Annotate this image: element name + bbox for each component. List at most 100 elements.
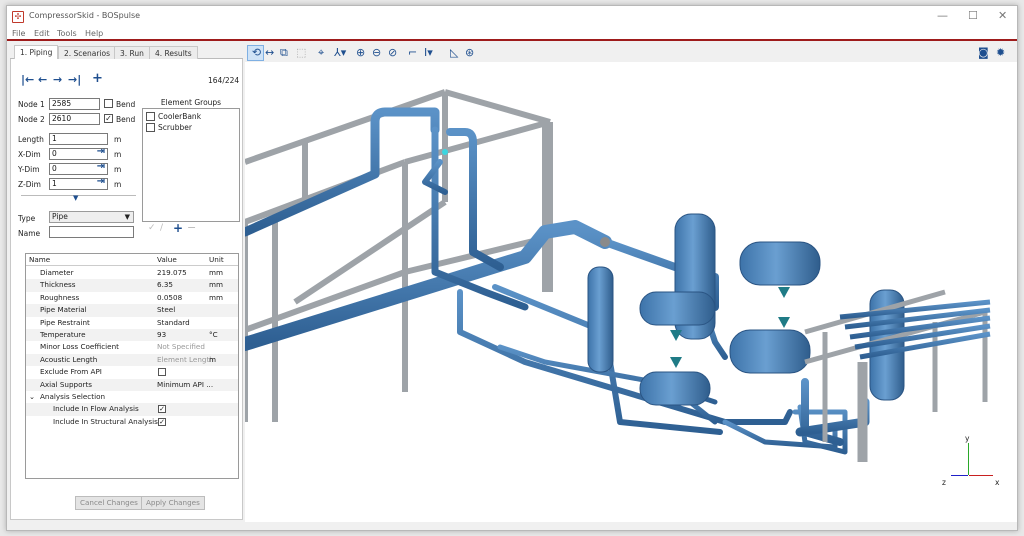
element-groups-list[interactable]: CoolerBank Scrubber	[142, 108, 240, 222]
menu-bar: File Edit Tools Help	[7, 28, 1017, 41]
y-axis-line	[968, 443, 969, 475]
axis-x-label: x	[995, 478, 1000, 487]
type-select[interactable]: Pipe ▼	[49, 211, 134, 223]
property-value[interactable]: 0.0508	[157, 292, 182, 304]
property-value[interactable]: Steel	[157, 304, 175, 316]
ydim-arrow-icon[interactable]: ⇥	[97, 162, 105, 172]
last-element-button[interactable]: →|	[68, 73, 81, 86]
property-row[interactable]: Thickness 6.35 mm	[26, 279, 238, 292]
element-counter: 164/224	[208, 76, 240, 85]
property-value[interactable]: Minimum API ...	[157, 379, 213, 391]
group-coolerbank-label: CoolerBank	[158, 112, 202, 121]
node1-input[interactable]: 2585	[49, 98, 100, 110]
property-row[interactable]: Temperature 93 °C	[26, 329, 238, 342]
minimize-button[interactable]: —	[937, 9, 948, 22]
property-row[interactable]: Minor Loss Coefficient Not Specified	[26, 341, 238, 353]
node1-bend-checkbox[interactable]	[104, 99, 113, 108]
tab-piping[interactable]: 1. Piping	[14, 45, 59, 60]
ydim-input[interactable]: 0 ⇥	[49, 162, 108, 175]
header-name: Name	[29, 255, 51, 264]
zdim-input[interactable]: 1 ⇥	[49, 177, 108, 190]
previous-element-button[interactable]: ←	[38, 73, 47, 86]
length-input[interactable]: 1	[49, 133, 108, 145]
apply-changes-button[interactable]: Apply Changes	[141, 496, 205, 510]
property-value[interactable]: Not Specified	[157, 341, 205, 353]
property-row[interactable]: Axial Supports Minimum API ...	[26, 378, 238, 391]
node-labels-icon[interactable]: Ⅰ▾	[424, 46, 433, 60]
axes-view-icon[interactable]: ⅄▾	[334, 46, 346, 60]
xdim-unit: m	[114, 150, 122, 159]
zdim-arrow-icon[interactable]: ⇥	[97, 177, 105, 187]
element-direction-icon[interactable]: ⌐	[408, 46, 417, 60]
add-group-icon[interactable]: +	[173, 221, 183, 235]
select-cursor-icon[interactable]: ⬚	[296, 46, 306, 60]
tab-results[interactable]: 4. Results	[149, 46, 198, 59]
camera-icon[interactable]: ◙	[978, 46, 989, 60]
menu-tools[interactable]: Tools	[57, 29, 77, 38]
expand-chevron-icon[interactable]: ▼	[73, 194, 78, 202]
menu-help[interactable]: Help	[85, 29, 103, 38]
collapse-chevron-icon[interactable]: ⌄	[29, 391, 35, 403]
zoom-fit-icon[interactable]: ⊘	[388, 46, 397, 60]
property-checkbox[interactable]: ✓	[158, 405, 166, 414]
type-label: Type	[18, 214, 36, 223]
3d-model-viewport[interactable]: y x z	[238, 62, 1017, 522]
z-axis-line	[951, 475, 968, 476]
property-value[interactable]: 93	[157, 329, 166, 341]
scrubber-checkbox[interactable]	[146, 123, 155, 132]
property-row[interactable]: Pipe Material Steel	[26, 304, 238, 317]
property-value[interactable]: 219.075	[157, 267, 187, 279]
property-name: Acoustic Length	[40, 354, 98, 364]
property-unit: mm	[209, 280, 224, 290]
menu-file[interactable]: File	[12, 29, 25, 38]
property-row[interactable]: ⌄ Analysis Selection	[26, 391, 238, 403]
close-button[interactable]: ✕	[998, 9, 1007, 22]
property-row[interactable]: Acoustic Length Element Length m	[26, 353, 238, 367]
property-value[interactable]: Standard	[157, 317, 190, 329]
ydim-unit: m	[114, 165, 122, 174]
menu-edit[interactable]: Edit	[34, 29, 50, 38]
tab-scenarios[interactable]: 2. Scenarios	[58, 46, 117, 59]
zdim-value: 1	[52, 179, 57, 188]
property-checkbox[interactable]: ✓	[158, 417, 166, 426]
tab-run[interactable]: 3. Run	[114, 46, 150, 59]
node2-bend-checkbox[interactable]: ✓	[104, 114, 113, 123]
node2-input[interactable]: 2610	[49, 113, 100, 125]
globe-icon[interactable]: ⊛	[465, 46, 474, 60]
confirm-icon[interactable]: ✓	[148, 223, 156, 233]
property-row[interactable]: Roughness 0.0508 mm	[26, 292, 238, 304]
settings-gear-icon[interactable]: ✹	[996, 46, 1005, 60]
property-name: Include In Flow Analysis	[53, 404, 139, 414]
rotate-view-icon[interactable]: ⟲	[247, 45, 264, 61]
property-value[interactable]: 6.35	[157, 279, 173, 291]
zoom-out-icon[interactable]: ⊖	[372, 46, 381, 60]
zoom-in-icon[interactable]: ⊕	[356, 46, 365, 60]
cancel-changes-button[interactable]: Cancel Changes	[75, 496, 143, 510]
property-row[interactable]: Diameter 219.075 mm	[26, 267, 238, 279]
add-element-button[interactable]: +	[92, 71, 103, 86]
remove-group-icon[interactable]: −	[187, 221, 196, 234]
xdim-arrow-icon[interactable]: ⇥	[97, 147, 105, 157]
group-scrubber-label: Scrubber	[158, 123, 192, 132]
edit-icon[interactable]: /	[160, 223, 163, 233]
property-row[interactable]: Exclude From API	[26, 366, 238, 378]
pan-view-icon[interactable]: ↔	[265, 46, 274, 60]
name-input[interactable]	[49, 226, 134, 238]
length-label: Length	[18, 135, 44, 144]
maximize-button[interactable]: ☐	[968, 9, 978, 22]
xdim-label: X-Dim	[18, 150, 41, 159]
property-checkbox[interactable]	[158, 368, 166, 377]
property-value[interactable]: Element Length	[157, 354, 214, 366]
xdim-input[interactable]: 0 ⇥	[49, 147, 108, 160]
next-element-button[interactable]: →	[53, 73, 62, 86]
property-row[interactable]: Pipe Restraint Standard	[26, 317, 238, 329]
property-row[interactable]: Include In Flow Analysis ✓	[26, 403, 238, 416]
horizontal-drum-3	[729, 329, 811, 374]
measure-icon[interactable]: ◺	[450, 46, 458, 60]
property-row[interactable]: Include In Structural Analysis ✓	[26, 416, 238, 428]
property-header: Name Value Unit	[26, 254, 238, 267]
center-view-icon[interactable]: ⌖	[318, 46, 324, 60]
box-select-icon[interactable]: ⧉	[280, 46, 288, 60]
first-element-button[interactable]: |←	[21, 73, 34, 86]
coolerbank-checkbox[interactable]	[146, 112, 155, 121]
